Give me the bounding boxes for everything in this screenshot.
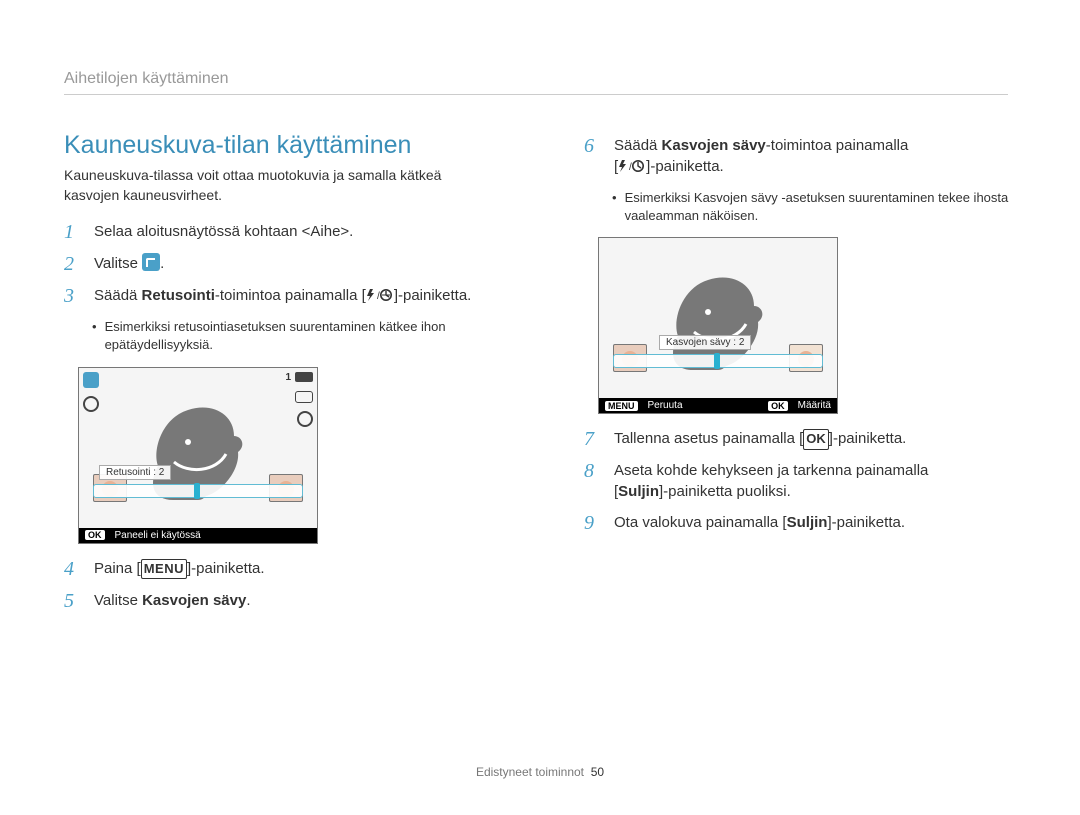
text: ]-painiketta.	[394, 287, 472, 304]
step-body: Valitse .	[94, 253, 164, 274]
step-number: 7	[584, 428, 604, 450]
text-bold: Suljin	[618, 483, 659, 500]
step-4: 4 Paina [MENU]-painiketta.	[64, 558, 534, 580]
step-6-bullet: • Esimerkiksi Kasvojen sävy -asetuksen s…	[612, 189, 1016, 225]
text: ]-painiketta.	[646, 158, 724, 175]
slider-label: Kasvojen sävy : 2	[659, 335, 751, 350]
section-intro: Kauneuskuva-tilassa voit ottaa muotokuvi…	[64, 166, 484, 205]
step-body: Valitse Kasvojen sävy.	[94, 590, 250, 611]
footer-text-cancel: Peruuta	[648, 400, 683, 411]
slider	[93, 484, 303, 498]
text: ]-painiketta.	[829, 430, 907, 447]
text: ]-painiketta puoliksi.	[659, 483, 791, 500]
slider-handle	[714, 353, 720, 369]
text: Säädä	[614, 137, 662, 154]
text-bold: Retusointi	[142, 287, 215, 304]
step-number: 4	[64, 558, 84, 580]
size-icon	[295, 391, 313, 403]
bullet-dot: •	[612, 189, 617, 225]
text: Paina [	[94, 560, 141, 577]
step-body: Ota valokuva painamalla [Suljin]-painike…	[614, 512, 905, 533]
no-flash-icon	[297, 411, 313, 427]
flash-timer-icon: /	[366, 287, 394, 308]
step-body: Selaa aloitusnäytössä kohtaan <Aihe>.	[94, 221, 353, 242]
text-bold: Kasvojen sävy	[662, 137, 766, 154]
slider	[613, 354, 823, 368]
step-body: Tallenna asetus painamalla [OK]-painiket…	[614, 428, 906, 449]
text: .	[160, 255, 164, 272]
text: Ota valokuva painamalla [	[614, 514, 787, 531]
face-detect-icon	[83, 396, 99, 412]
chapter-title: Aihetilojen käyttäminen	[64, 70, 1016, 88]
face-tone-screen-mock: Kasvojen sävy : 2 MENU Peruuta OK Määrit…	[598, 237, 838, 414]
step-8: 8 Aseta kohde kehykseen ja tarkenna pain…	[584, 460, 1016, 502]
text: -toimintoa painamalla	[766, 137, 909, 154]
text: ]-painiketta.	[187, 560, 265, 577]
beauty-mode-icon	[142, 253, 160, 271]
ok-button-label: OK	[803, 429, 829, 449]
svg-text:/: /	[629, 162, 632, 173]
text: ]-painiketta.	[827, 514, 905, 531]
section-title: Kauneuskuva-tilan käyttäminen	[64, 131, 534, 160]
mode-icon	[83, 372, 99, 388]
step-9: 9 Ota valokuva painamalla [Suljin]-paini…	[584, 512, 1016, 534]
ok-chip: OK	[768, 401, 788, 411]
step-number: 6	[584, 135, 604, 157]
page-number: 50	[591, 765, 604, 779]
flash-timer-icon: /	[618, 158, 646, 179]
step-number: 3	[64, 285, 84, 307]
bullet-dot: •	[92, 318, 97, 354]
count-label: 1	[285, 372, 291, 383]
text: -toimintoa painamalla [	[215, 287, 366, 304]
page-footer: Edistyneet toiminnot 50	[0, 765, 1080, 779]
step-number: 1	[64, 221, 84, 243]
step-2: 2 Valitse .	[64, 253, 534, 275]
step-number: 2	[64, 253, 84, 275]
menu-button-label: MENU	[141, 559, 187, 579]
step-body: Paina [MENU]-painiketta.	[94, 558, 265, 579]
step-number: 8	[584, 460, 604, 482]
step-3-bullet: • Esimerkiksi retusointiasetuksen suuren…	[92, 318, 534, 354]
footer-section: Edistyneet toiminnot	[476, 765, 584, 779]
screen-footer: OK Paneeli ei käytössä	[79, 528, 317, 543]
ok-chip: OK	[85, 530, 105, 540]
text-bold: Kasvojen sävy	[142, 592, 246, 609]
text: .	[246, 592, 250, 609]
step-1: 1 Selaa aloitusnäytössä kohtaan <Aihe>.	[64, 221, 534, 243]
retouch-screen-mock: 1	[78, 367, 318, 544]
text: Tallenna asetus painamalla [	[614, 430, 803, 447]
slider-label: Retusointi : 2	[99, 465, 171, 480]
step-7: 7 Tallenna asetus painamalla [OK]-painik…	[584, 428, 1016, 450]
step-number: 9	[584, 512, 604, 534]
text: Aseta kohde kehykseen ja tarkenna painam…	[614, 462, 928, 479]
step-5: 5 Valitse Kasvojen sävy.	[64, 590, 534, 612]
text-bold: Suljin	[787, 514, 828, 531]
text: Valitse	[94, 592, 142, 609]
step-3: 3 Säädä Retusointi-toimintoa painamalla …	[64, 285, 534, 308]
menu-chip: MENU	[605, 401, 638, 411]
slider-handle	[194, 483, 200, 499]
bullet-text: Esimerkiksi Kasvojen sävy -asetuksen suu…	[625, 189, 1016, 225]
svg-text:/: /	[377, 291, 380, 302]
text: Valitse	[94, 255, 142, 272]
step-number: 5	[64, 590, 84, 612]
step-body: Säädä Kasvojen sävy-toimintoa painamalla…	[614, 135, 908, 179]
step-body: Aseta kohde kehykseen ja tarkenna painam…	[614, 460, 928, 502]
step-6: 6 Säädä Kasvojen sävy-toimintoa painamal…	[584, 135, 1016, 179]
footer-text: Paneeli ei käytössä	[115, 530, 201, 541]
step-body: Säädä Retusointi-toimintoa painamalla [ /…	[94, 285, 471, 308]
bullet-text: Esimerkiksi retusointiasetuksen suurenta…	[105, 318, 534, 354]
screen-footer: MENU Peruuta OK Määritä	[599, 398, 837, 413]
footer-text-set: Määritä	[798, 400, 831, 411]
text: Säädä	[94, 287, 142, 304]
chapter-rule	[64, 94, 1008, 95]
battery-icon	[295, 372, 313, 382]
